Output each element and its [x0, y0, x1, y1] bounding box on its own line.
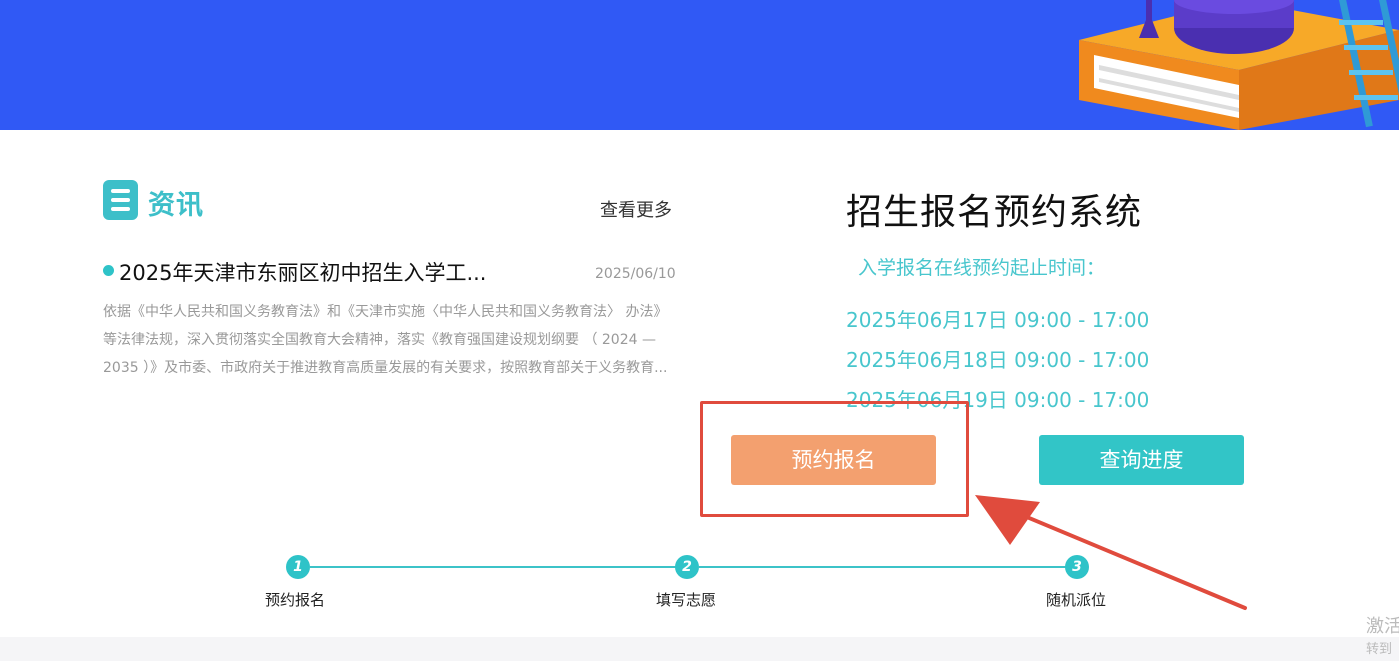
time-slot-1: 2025年06月17日 09:00 - 17:00 [846, 308, 1150, 332]
news-list-icon [103, 180, 138, 220]
footer-strip [0, 637, 1399, 661]
news-section-title: 资讯 [148, 190, 204, 221]
step-1-label: 预约报名 [265, 591, 326, 609]
period-label: 入学报名在线预约起止时间： [858, 257, 1106, 279]
step-2-badge: 2 [675, 555, 699, 579]
pointer-arrow-icon [975, 495, 1247, 610]
view-more-link[interactable]: 查看更多 [600, 196, 672, 222]
step-1-badge: 1 [286, 555, 310, 579]
highlight-box [700, 401, 969, 517]
step-connector-2 [699, 566, 1066, 568]
activation-watermark-line2: 转到 [1366, 642, 1393, 657]
step-connector-1 [310, 566, 677, 568]
time-slot-2: 2025年06月18日 09:00 - 17:00 [846, 348, 1150, 372]
bullet-dot-icon [103, 265, 114, 276]
books-illustration-icon [1079, 0, 1399, 130]
step-3-badge: 3 [1065, 555, 1089, 579]
header-banner [0, 0, 1399, 130]
system-title: 招生报名预约系统 [846, 192, 1143, 233]
step-3-label: 随机派位 [1046, 591, 1107, 609]
news-item-summary: 依据《中华人民共和国义务教育法》和《天津市实施〈中华人民共和国义务教育法〉 办法… [103, 304, 668, 376]
step-2-label: 填写志愿 [656, 591, 717, 609]
activation-watermark-line1: 激活 [1366, 616, 1399, 637]
query-progress-button[interactable]: 查询进度 [1039, 435, 1244, 485]
news-item-date: 2025/06/10 [595, 266, 676, 282]
news-item-title-link[interactable]: 2025年天津市东丽区初中招生入学工... [119, 257, 486, 287]
